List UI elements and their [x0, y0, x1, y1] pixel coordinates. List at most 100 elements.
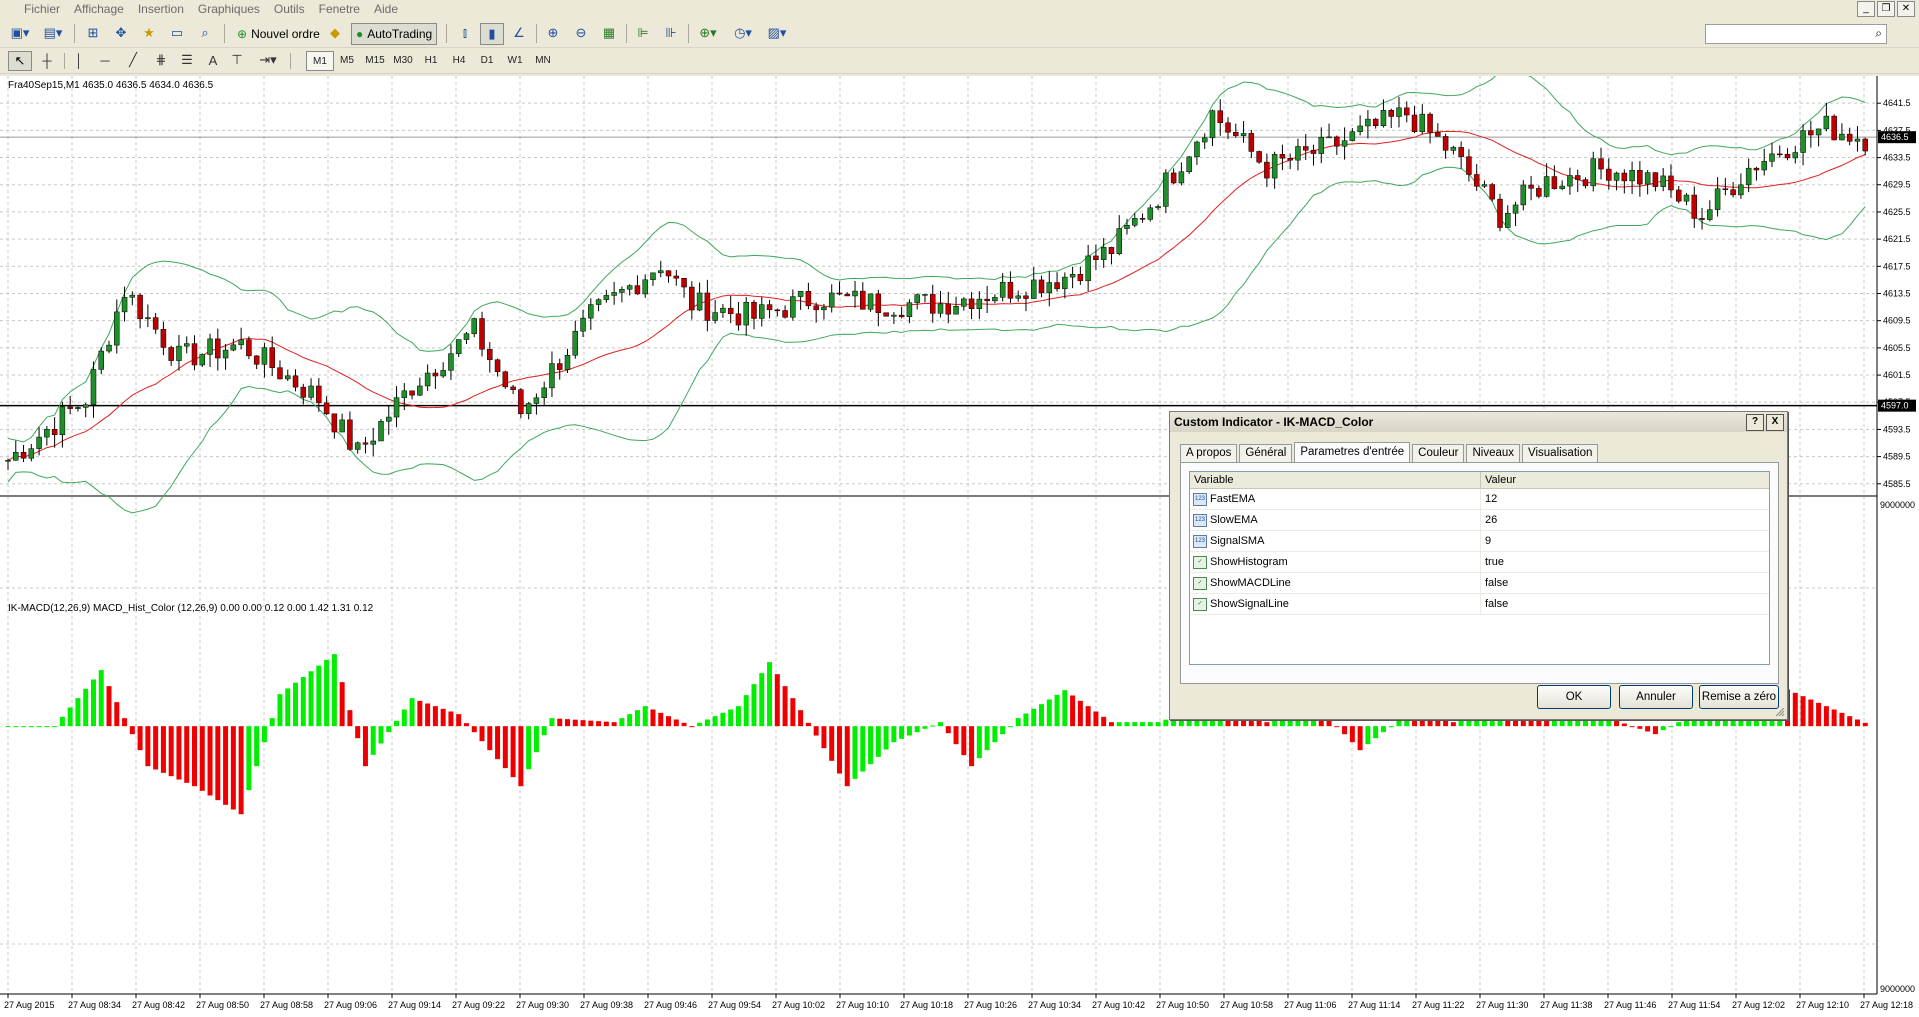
new-chart-icon[interactable]: ▣▾ — [6, 23, 34, 43]
param-name: SlowEMA — [1210, 514, 1258, 526]
candle-body — [354, 442, 361, 450]
tile-windows-icon[interactable]: ▦ — [598, 23, 620, 43]
vertical-line-icon[interactable]: │ — [70, 51, 88, 69]
menu-fichier[interactable]: Fichier — [0, 0, 67, 17]
param-value[interactable]: false — [1480, 573, 1508, 593]
table-row[interactable]: 123 FastEMA 12 — [1190, 489, 1769, 510]
tab-general[interactable]: Général — [1239, 444, 1293, 462]
candle-body — [331, 413, 338, 433]
cancel-button[interactable]: Annuler — [1619, 685, 1693, 709]
candle-body — [1559, 185, 1565, 189]
candle-body — [502, 371, 509, 388]
menu-affichage[interactable]: Affichage — [67, 0, 131, 17]
candlestick-icon[interactable]: ▮ — [480, 23, 504, 45]
tab-couleur[interactable]: Couleur — [1412, 444, 1465, 462]
search-icon[interactable]: ⌕ — [1875, 26, 1882, 41]
text-icon[interactable]: A — [204, 51, 222, 69]
timeframe-m15[interactable]: M15 — [362, 51, 388, 69]
param-value[interactable]: false — [1480, 594, 1508, 614]
menu-graphiques[interactable]: Graphiques — [191, 0, 267, 17]
timeframe-m30[interactable]: M30 — [390, 51, 416, 69]
histogram-bar — [1396, 720, 1402, 727]
table-row[interactable]: 123 SlowEMA 26 — [1190, 510, 1769, 531]
fibonacci-icon[interactable]: ☰ — [176, 51, 198, 69]
histogram-bar — [1101, 716, 1107, 727]
line-chart-icon[interactable]: ∠ — [508, 23, 530, 43]
menu-aide[interactable]: Aide — [367, 0, 405, 17]
histogram-bar — [883, 726, 889, 750]
table-row[interactable]: ✓ ShowHistogram true — [1190, 552, 1769, 573]
candle-body — [1574, 175, 1581, 180]
resize-grip-icon[interactable] — [1775, 707, 1785, 717]
timeframe-h1[interactable]: H1 — [418, 51, 444, 69]
dialog-title-bar[interactable]: Custom Indicator - IK-MACD_Color ? X — [1170, 412, 1787, 432]
tab-parametres-entree[interactable]: Parametres d'entrée — [1294, 442, 1411, 462]
trendline-icon[interactable]: ╱ — [122, 51, 144, 69]
timeframe-w1[interactable]: W1 — [502, 51, 528, 69]
menu-outils[interactable]: Outils — [267, 0, 312, 17]
histogram-bar — [1660, 726, 1666, 731]
restore-button[interactable]: ❐ — [1877, 1, 1895, 17]
table-row[interactable]: ✓ ShowSignalLine false — [1190, 594, 1769, 615]
tab-a-propos[interactable]: A propos — [1180, 444, 1238, 462]
zoom-out-icon[interactable]: ⊖ — [570, 23, 592, 43]
candle-body — [121, 297, 128, 313]
autotrading-button[interactable]: ● AutoTrading — [351, 23, 438, 45]
close-window-button[interactable]: ✕ — [1897, 1, 1915, 17]
histogram-bar — [1792, 692, 1798, 727]
autoscroll-icon[interactable]: ⊪ — [660, 23, 682, 43]
histogram-bar — [106, 686, 112, 727]
channel-icon[interactable]: ⋕ — [150, 51, 172, 69]
int-param-icon: 123 — [1193, 513, 1207, 527]
candle-body — [984, 298, 990, 302]
timeframe-m1[interactable]: M1 — [306, 51, 334, 71]
ok-button[interactable]: OK — [1537, 685, 1611, 709]
templates-icon[interactable]: ▨▾ — [762, 23, 792, 43]
param-value[interactable]: 12 — [1480, 489, 1497, 509]
param-value[interactable]: 9 — [1480, 531, 1491, 551]
histogram-bar — [1816, 702, 1822, 727]
arrows-icon[interactable]: ⇥▾ — [254, 51, 282, 69]
market-watch-icon[interactable]: ⊞ — [82, 23, 104, 43]
search-input[interactable]: ⌕ — [1705, 24, 1887, 44]
timeframe-mn[interactable]: MN — [530, 51, 556, 69]
minimize-button[interactable]: _ — [1857, 1, 1875, 17]
new-order-button[interactable]: ⊕ Nouvel ordre — [232, 23, 325, 45]
param-value[interactable]: 26 — [1480, 510, 1497, 530]
timeframe-h4[interactable]: H4 — [446, 51, 472, 69]
bar-chart-icon[interactable]: ⫾ — [454, 23, 476, 43]
timeframe-m5[interactable]: M5 — [334, 51, 360, 69]
table-row[interactable]: ✓ ShowMACDLine false — [1190, 573, 1769, 594]
cursor-icon[interactable]: ↖ — [8, 51, 32, 71]
column-valeur[interactable]: Valeur — [1481, 472, 1769, 488]
indicators-icon[interactable]: ⊕▾ — [694, 23, 722, 43]
crosshair-icon[interactable]: ┼ — [36, 51, 58, 69]
table-row[interactable]: 123 SignalSMA 9 — [1190, 531, 1769, 552]
param-value[interactable]: true — [1480, 552, 1504, 572]
zoom-in-icon[interactable]: ⊕ — [542, 23, 564, 43]
terminal-icon[interactable]: ▭ — [166, 23, 188, 43]
profiles-icon[interactable]: ▤▾ — [38, 23, 68, 43]
help-button[interactable]: ? — [1746, 414, 1764, 431]
reset-button[interactable]: Remise a zéro — [1699, 685, 1779, 709]
menu-insertion[interactable]: Insertion — [131, 0, 191, 17]
column-variable[interactable]: Variable — [1190, 472, 1481, 488]
menu-fenetre[interactable]: Fenetre — [312, 0, 367, 17]
timeframe-d1[interactable]: D1 — [474, 51, 500, 69]
strategy-tester-icon[interactable]: ⌕ — [194, 23, 216, 43]
tab-visualisation[interactable]: Visualisation — [1522, 444, 1599, 462]
periods-icon[interactable]: ◷▾ — [728, 23, 758, 43]
candle-body — [479, 318, 485, 350]
candle-body — [1800, 130, 1806, 153]
horizontal-line-icon[interactable]: ─ — [94, 51, 116, 69]
text-label-icon[interactable]: ⊤ — [226, 51, 248, 69]
candle-body — [471, 318, 477, 334]
dialog-close-button[interactable]: X — [1766, 414, 1784, 431]
tab-niveaux[interactable]: Niveaux — [1466, 444, 1521, 462]
indicator-header: IK-MACD(12,26,9) MACD_Hist_Color (12,26,… — [8, 603, 374, 614]
chart-shift-icon[interactable]: ⊫ — [632, 23, 654, 43]
navigator-icon[interactable]: ✥ — [110, 23, 132, 43]
navigator-star-icon[interactable]: ★ — [138, 23, 160, 43]
metaeditor-icon[interactable]: ◆ — [324, 23, 346, 43]
candle-body — [246, 339, 252, 357]
